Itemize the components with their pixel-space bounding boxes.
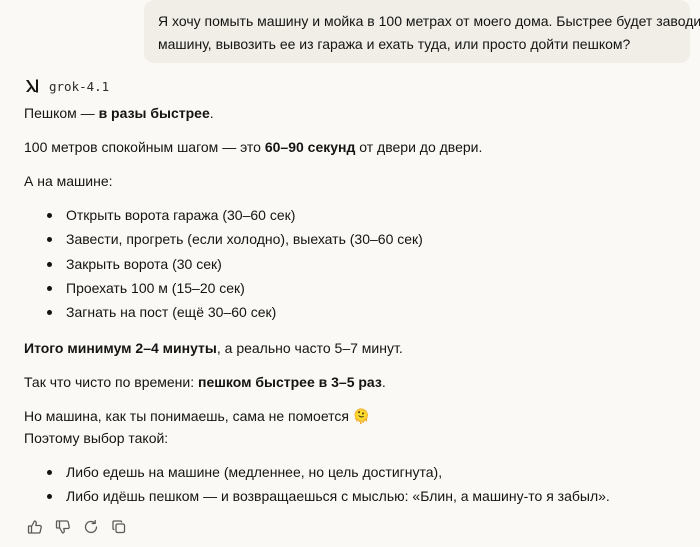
model-name: grok-4.1 xyxy=(49,78,110,94)
bold-text: в разы быстрее xyxy=(98,105,210,121)
list-item-text: Загнать на пост (ещё 30–60 сек) xyxy=(66,304,277,320)
bullet-icon xyxy=(47,262,52,267)
bold-text: 60–90 секунд xyxy=(264,139,356,155)
text-segment: Но машина, как ты понимаешь, сама не пом… xyxy=(24,408,349,424)
answer-paragraph: Итого минимум 2–4 минуты, а реально част… xyxy=(24,338,403,358)
text-segment: . xyxy=(381,374,386,390)
x-ai-logo-icon xyxy=(26,79,38,93)
model-header: grok-4.1 xyxy=(24,76,109,96)
answer-paragraph: 100 метров спокойным шагом — это 60–90 с… xyxy=(24,137,482,157)
text-segment: от двери до двери. xyxy=(355,139,483,155)
thumbs-down-icon[interactable] xyxy=(55,519,71,535)
list-item-text: Либо едешь на машине (медленнее, но цель… xyxy=(66,464,443,480)
list-item-text: Проехать 100 м (15–20 сек) xyxy=(66,280,245,296)
user-message-line: Я хочу помыть машину и мойка в 100 метра… xyxy=(158,13,700,29)
text-segment: , а реально часто 5–7 минут. xyxy=(216,340,403,356)
answer-paragraph: Но машина, как ты понимаешь, сама не пом… xyxy=(24,406,370,426)
answer-paragraph: Пешком — в разы быстрее. xyxy=(24,103,214,123)
bullet-icon xyxy=(47,470,52,475)
answer-paragraph: Поэтому выбор такой: xyxy=(24,430,169,446)
list-item-text: Либо идёшь пешком — и возвращаешься с мы… xyxy=(66,488,610,504)
melting-face-emoji: 🫠 xyxy=(352,408,371,424)
copy-icon[interactable] xyxy=(111,519,127,535)
answer-paragraph: Так что чисто по времени: пешком быстрее… xyxy=(24,372,386,392)
list-item-text: Завести, прогреть (если холодно), выехат… xyxy=(66,231,423,247)
text-segment: Так что чисто по времени: xyxy=(24,374,199,390)
list-item-text: Закрыть ворота (30 сек) xyxy=(66,256,222,272)
text-segment: 100 метров спокойным шагом — это xyxy=(24,139,265,155)
thumbs-up-icon[interactable] xyxy=(27,519,43,535)
bullet-icon xyxy=(47,213,52,218)
message-actions xyxy=(27,519,139,535)
regenerate-icon[interactable] xyxy=(83,519,99,535)
bold-text: Итого минимум 2–4 минуты xyxy=(24,340,217,356)
list-item-text: Открыть ворота гаража (30–60 сек) xyxy=(66,207,296,223)
text-segment: . xyxy=(209,105,214,121)
bullet-icon xyxy=(47,237,52,242)
text-segment: Пешком — xyxy=(24,105,99,121)
bold-text: пешком быстрее в 3–5 раз xyxy=(198,374,382,390)
user-message-bubble: Я хочу помыть машину и мойка в 100 метра… xyxy=(144,0,700,63)
user-message-line: машину, вывозить ее из гаража и ехать ту… xyxy=(158,36,631,52)
bullet-icon xyxy=(47,286,52,291)
bullet-icon xyxy=(47,494,52,499)
answer-paragraph: А на машине: xyxy=(24,173,113,189)
bullet-icon xyxy=(47,310,52,315)
